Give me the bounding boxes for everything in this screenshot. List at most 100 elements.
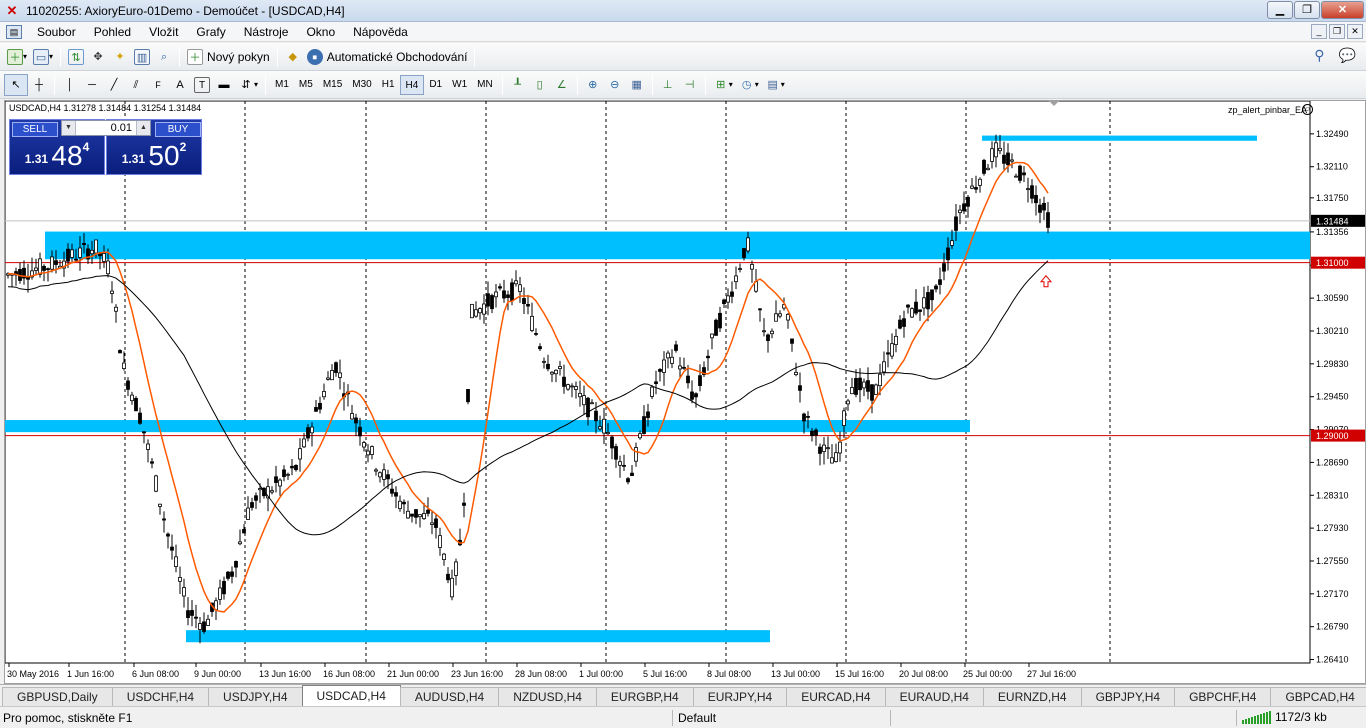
- chart-tab[interactable]: EURGBP,H4: [595, 687, 694, 706]
- lot-size-stepper[interactable]: ▼ 0.01 ▲: [61, 120, 151, 136]
- lot-decrease-icon[interactable]: ▼: [62, 121, 76, 135]
- close-button[interactable]: ✕: [1321, 1, 1364, 19]
- indicators-button[interactable]: ⊞ ▾: [710, 74, 736, 96]
- price-zone[interactable]: [982, 135, 1257, 141]
- timeframe-m5[interactable]: M5: [294, 75, 318, 95]
- candle-body: [738, 268, 742, 270]
- timeframe-h1[interactable]: H1: [377, 75, 400, 95]
- candle-body: [930, 289, 934, 301]
- chart-tab[interactable]: EURCAD,H4: [786, 687, 886, 706]
- candle-body: [242, 529, 246, 534]
- auto-trading-button[interactable]: ⏹ Automatické Obchodování: [304, 46, 471, 68]
- timeframe-w1[interactable]: W1: [447, 75, 472, 95]
- vertical-line-tool[interactable]: │: [59, 74, 81, 96]
- status-profile[interactable]: Default: [678, 711, 716, 725]
- timeframe-m15[interactable]: M15: [318, 75, 347, 95]
- chart-tab[interactable]: AUDUSD,H4: [399, 687, 500, 706]
- chart-tab[interactable]: GBPUSD,Daily: [2, 687, 113, 706]
- channel-tool[interactable]: ⫽: [125, 74, 147, 96]
- menu-okno[interactable]: Okno: [297, 25, 344, 39]
- rectangle-tool[interactable]: ▬: [213, 74, 235, 96]
- menu-grafy[interactable]: Grafy: [187, 25, 234, 39]
- lot-increase-icon[interactable]: ▲: [136, 121, 150, 135]
- price-zone[interactable]: [45, 231, 1310, 260]
- chart-window-icon[interactable]: ▤: [6, 24, 22, 39]
- menu-nastroje[interactable]: Nástroje: [235, 25, 298, 39]
- menu-napoveda[interactable]: Nápověda: [344, 25, 417, 39]
- mdi-minimize-button[interactable]: _: [1311, 24, 1327, 39]
- strategy-tester-button[interactable]: ⌕: [153, 46, 175, 68]
- navigator-button[interactable]: ✦: [109, 46, 131, 68]
- candle-body: [870, 384, 874, 401]
- menu-vlozit[interactable]: Vložit: [140, 25, 187, 39]
- chart-window[interactable]: 1.324901.321101.317501.313561.309701.305…: [4, 100, 1366, 684]
- new-chart-button[interactable]: ＋ ▾: [4, 46, 30, 68]
- mdi-close-button[interactable]: ✕: [1347, 24, 1363, 39]
- minimize-button[interactable]: ▁: [1267, 1, 1293, 19]
- mdi-restore-button[interactable]: ❐: [1329, 24, 1345, 39]
- terminal-button[interactable]: ▥: [131, 46, 153, 68]
- sell-button[interactable]: SELL: [12, 122, 58, 137]
- market-watch-button[interactable]: ⇅: [65, 46, 87, 68]
- chart-tab[interactable]: EURAUD,H4: [884, 687, 984, 706]
- chart-tab[interactable]: GBPCHF,H4: [1174, 687, 1272, 706]
- timeframe-m1[interactable]: M1: [270, 75, 294, 95]
- connection-status[interactable]: 1172/3 kb: [1242, 710, 1327, 724]
- horizontal-line-tool[interactable]: ─: [81, 74, 103, 96]
- maximize-button[interactable]: ❐: [1294, 1, 1320, 19]
- search-icon[interactable]: ⚲: [1314, 47, 1324, 64]
- fibonacci-tool[interactable]: F: [147, 74, 169, 96]
- trendline-tool[interactable]: ╱: [103, 74, 125, 96]
- chart-tab[interactable]: NZDUSD,H4: [498, 687, 597, 706]
- data-window-button[interactable]: ✥: [87, 46, 109, 68]
- candle-body: [486, 293, 490, 307]
- lot-size-value[interactable]: 0.01: [76, 122, 136, 134]
- chart-tab[interactable]: USDJPY,H4: [208, 687, 303, 706]
- bar-chart-button[interactable]: ┸: [507, 74, 529, 96]
- menu-soubor[interactable]: Soubor: [28, 25, 85, 39]
- chart-tab[interactable]: EURNZD,H4: [982, 687, 1082, 706]
- timeframe-h4[interactable]: H4: [399, 74, 425, 95]
- templates-button[interactable]: ▤ ▾: [762, 74, 788, 96]
- chart-tab[interactable]: USDCAD,H4: [301, 685, 401, 706]
- candle-body: [742, 248, 746, 258]
- timeframe-m30[interactable]: M30: [347, 75, 376, 95]
- candle-body: [438, 535, 442, 548]
- line-chart-button[interactable]: ∠: [551, 74, 573, 96]
- price-zone[interactable]: [5, 420, 970, 433]
- chart-tab[interactable]: USDCHF,H4: [111, 687, 210, 706]
- periods-button[interactable]: ◷ ▾: [736, 74, 762, 96]
- zoom-out-button[interactable]: ⊖: [604, 74, 626, 96]
- expert-advisor-icon[interactable]: ☺: [1302, 104, 1313, 115]
- chart-tab[interactable]: EURJPY,H4: [692, 687, 788, 706]
- zoom-in-button[interactable]: ⊕: [582, 74, 604, 96]
- price-chart[interactable]: 1.324901.321101.317501.313561.309701.305…: [5, 101, 1366, 684]
- candlestick-button[interactable]: ▯: [529, 74, 551, 96]
- candle-body: [658, 369, 662, 372]
- chart-shift-button[interactable]: ⊥: [657, 74, 679, 96]
- timeframe-d1[interactable]: D1: [424, 75, 447, 95]
- arrows-tool[interactable]: ⇵ ▾: [235, 74, 261, 96]
- chat-icon[interactable]: 💬: [1339, 47, 1356, 64]
- metaeditor-icon: ◆: [288, 50, 297, 63]
- buy-button[interactable]: BUY: [155, 122, 201, 137]
- metaeditor-button[interactable]: ◆: [282, 46, 304, 68]
- label-tool[interactable]: T: [191, 74, 213, 96]
- cursor-tool[interactable]: ↖: [4, 73, 28, 96]
- menu-pohled[interactable]: Pohled: [85, 25, 140, 39]
- timeframe-mn[interactable]: MN: [472, 75, 498, 95]
- text-tool[interactable]: A: [169, 74, 191, 96]
- crosshair-tool[interactable]: ┼: [28, 74, 50, 96]
- chart-tab[interactable]: GBPJPY,H4: [1080, 687, 1176, 706]
- candle-body: [330, 370, 334, 381]
- tile-windows-button[interactable]: ▦: [626, 74, 648, 96]
- candle-body: [294, 464, 298, 471]
- candle-body: [174, 556, 178, 567]
- price-zone[interactable]: [186, 630, 770, 643]
- chart-tab[interactable]: GBPCAD,H4: [1270, 687, 1366, 706]
- profiles-button[interactable]: ▭ ▾: [30, 46, 56, 68]
- candle-body: [494, 291, 498, 298]
- autoscroll-button[interactable]: ⊣: [679, 74, 701, 96]
- toolbar-separator: [704, 74, 706, 95]
- new-order-button[interactable]: ＋ Nový pokyn: [184, 46, 273, 68]
